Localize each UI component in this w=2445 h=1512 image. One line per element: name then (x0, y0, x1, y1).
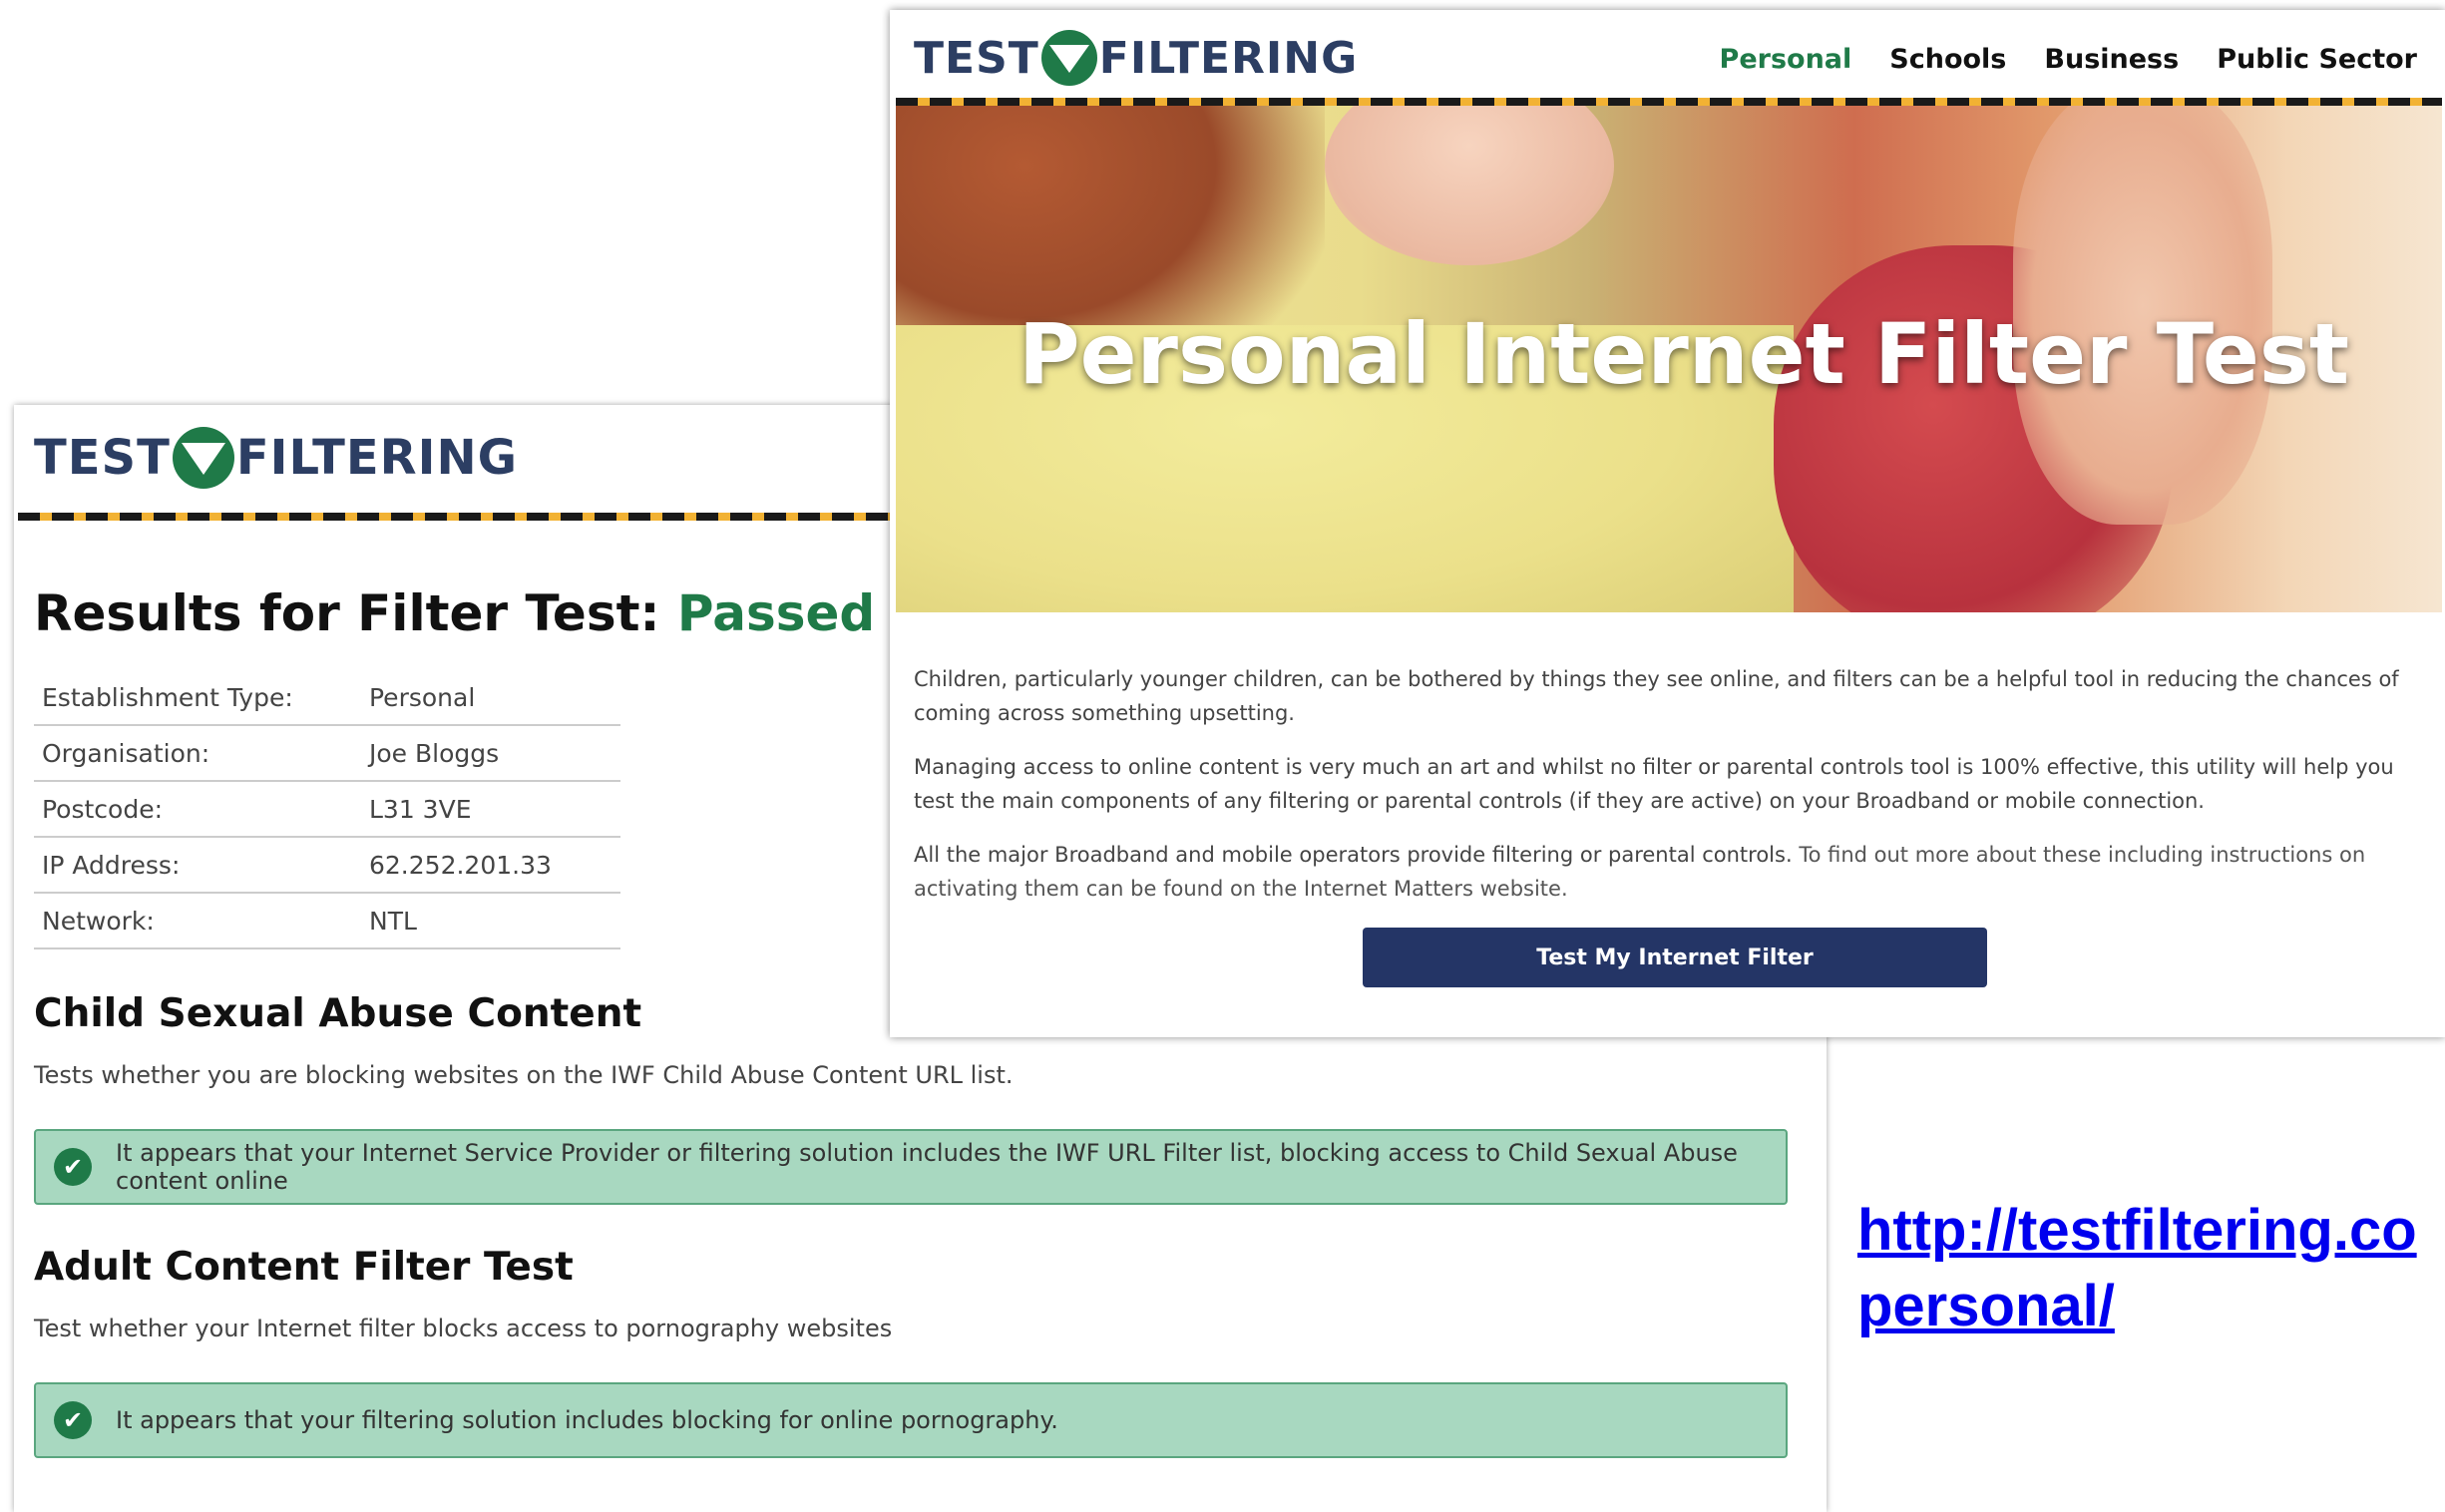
nav-schools[interactable]: Schools (1889, 44, 2006, 75)
table-row: Postcode: L31 3VE (34, 781, 620, 838)
url-line-2: personal/ (1857, 1274, 2115, 1338)
nav-public-sector[interactable]: Public Sector (2217, 44, 2417, 75)
info-value: Joe Bloggs (361, 725, 620, 782)
intro-paragraph: Children, particularly younger children,… (914, 667, 2399, 725)
nav-personal[interactable]: Personal (1720, 44, 1852, 75)
section-heading-adult: Adult Content Filter Test (34, 1245, 574, 1290)
table-row: Establishment Type: Personal (34, 670, 620, 726)
nav-business[interactable]: Business (2044, 44, 2179, 75)
info-value: Personal (361, 670, 620, 726)
info-value: NTL (361, 893, 620, 949)
personal-window: TEST FILTERING Personal Schools Business… (890, 10, 2445, 1037)
url-line-1: http://testfiltering.co (1857, 1198, 2417, 1263)
result-text: It appears that your filtering solution … (116, 1406, 1058, 1434)
hero-title: Personal Internet Filter Test (1019, 305, 2349, 403)
header-divider (896, 98, 2442, 106)
section-heading-csa: Child Sexual Abuse Content (34, 991, 642, 1036)
operators-text: All the major Broadband and mobile opera… (914, 843, 1793, 867)
info-value: L31 3VE (361, 781, 620, 838)
operators-paragraph: All the major Broadband and mobile opera… (914, 838, 2420, 906)
funnel-icon (172, 427, 234, 489)
info-value: 62.252.201.33 (361, 837, 620, 894)
results-title: Results for Filter Test: Passed (34, 584, 875, 642)
testfiltering-url-link[interactable]: http://testfiltering.co personal/ (1857, 1193, 2417, 1344)
section-description-adult: Test whether your Internet filter blocks… (34, 1315, 893, 1342)
table-row: Network: NTL (34, 893, 620, 949)
info-label: Network: (34, 893, 361, 949)
brand-logo[interactable]: TEST FILTERING (34, 427, 518, 489)
logo-word-filtering: FILTERING (1098, 32, 1359, 84)
logo-word-test: TEST (914, 32, 1039, 84)
info-label: Establishment Type: (34, 670, 361, 726)
results-title-prefix: Results for Filter Test: (34, 584, 660, 642)
logo-word-filtering: FILTERING (235, 430, 519, 486)
managing-paragraph: Managing access to online content is ver… (914, 755, 2394, 813)
table-row: Organisation: Joe Bloggs (34, 725, 620, 782)
brand-logo[interactable]: TEST FILTERING (914, 30, 1358, 86)
main-nav: Personal Schools Business Public Sector (1720, 44, 2417, 75)
hero-banner: Personal Internet Filter Test (896, 106, 2442, 612)
result-text: It appears that your Internet Service Pr… (116, 1139, 1738, 1195)
results-info-table: Establishment Type: Personal Organisation… (34, 670, 620, 949)
result-message-csa: ✔ It appears that your Internet Service … (34, 1129, 1788, 1205)
results-status: Passed (676, 584, 876, 642)
checkmark-icon: ✔ (54, 1401, 92, 1439)
logo-word-test: TEST (34, 430, 171, 486)
section-description-csa: Tests whether you are blocking websites … (34, 1061, 1014, 1089)
hero-photo-face (1325, 106, 1614, 265)
checkmark-icon: ✔ (54, 1148, 92, 1186)
table-row: IP Address: 62.252.201.33 (34, 837, 620, 894)
info-label: IP Address: (34, 837, 361, 894)
test-my-filter-button[interactable]: Test My Internet Filter (1363, 928, 1987, 987)
funnel-icon (1040, 30, 1097, 86)
result-message-adult: ✔ It appears that your filtering solutio… (34, 1382, 1788, 1458)
info-label: Organisation: (34, 725, 361, 782)
info-label: Postcode: (34, 781, 361, 838)
